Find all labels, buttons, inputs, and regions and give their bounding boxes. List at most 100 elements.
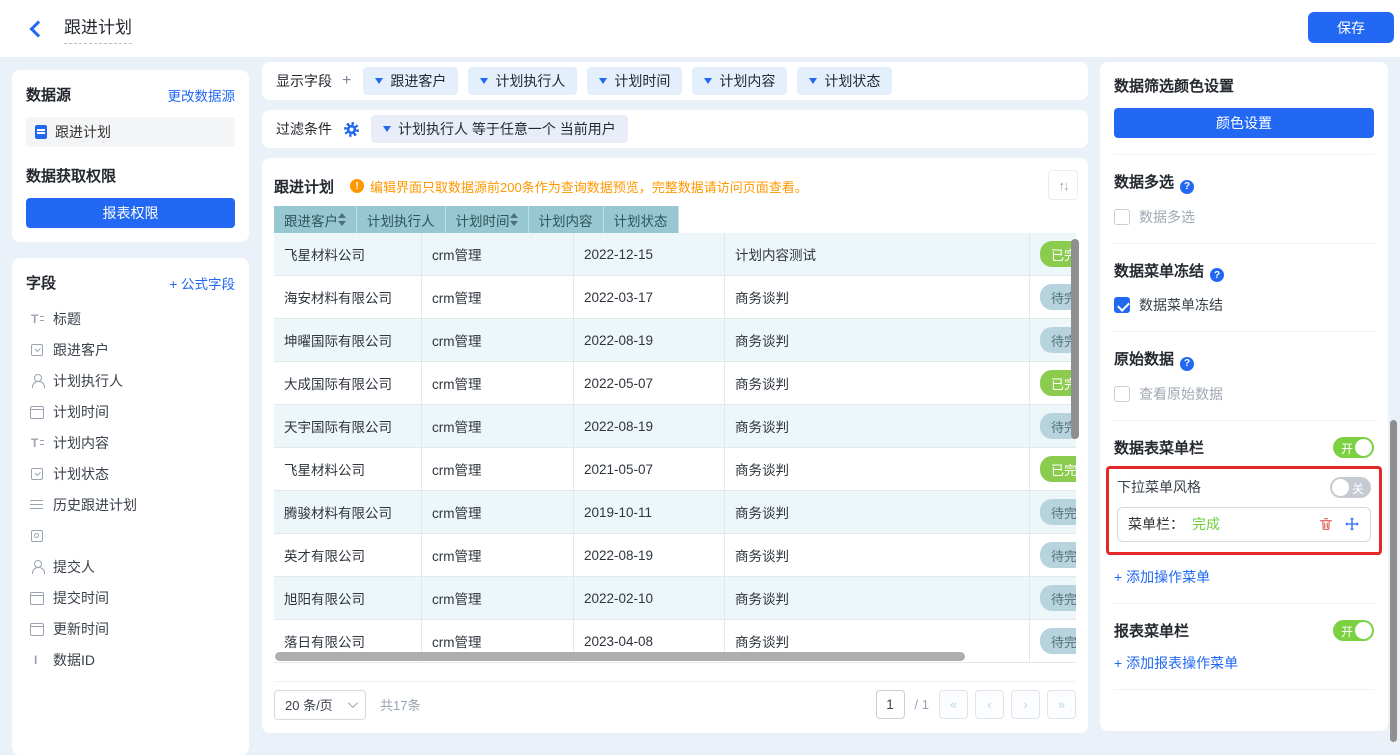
select-icon [30, 467, 44, 481]
chip-label: 计划执行人 [495, 73, 566, 89]
sort-arrows-icon[interactable] [338, 213, 346, 226]
table-row[interactable]: 飞星材料公司 crm管理 2022-12-15 计划内容测试 已完成 [274, 233, 1076, 276]
add-action-menu-link[interactable]: + 添加操作菜单 [1114, 567, 1210, 587]
status-badge: 待完成 [1040, 499, 1076, 525]
cell-status: 已完成 [1030, 362, 1076, 405]
warning-text: 编辑界面只取数据源前200条作为查询数据预览，完整数据请访问页面查看。 [370, 179, 808, 195]
display-field-chip[interactable]: 计划时间 [587, 67, 683, 95]
field-item[interactable]: 提交时间 [26, 582, 235, 613]
menu-bar-item[interactable]: 菜单栏： 完成 [1117, 506, 1371, 542]
raw-data-checkbox-row[interactable]: 查看原始数据 [1114, 384, 1374, 404]
back-icon[interactable] [29, 20, 47, 37]
display-field-chip[interactable]: 计划执行人 [468, 67, 578, 95]
menu-item-value: 完成 [1192, 516, 1220, 532]
table-menu-toggle[interactable]: 开 [1333, 436, 1374, 458]
table-row[interactable]: 英才有限公司 crm管理 2022-08-19 商务谈判 待完成 [274, 534, 1076, 577]
change-datasource-link[interactable]: 更改数据源 [168, 85, 236, 105]
field-item[interactable]: 计划时间 [26, 396, 235, 427]
datasource-item[interactable]: 跟进计划 [26, 117, 235, 147]
question-icon[interactable]: ? [1180, 179, 1195, 194]
add-report-action-menu-link[interactable]: + 添加报表操作菜单 [1114, 653, 1238, 673]
table-header-cell[interactable]: 计划内容 [528, 206, 604, 233]
table-header-cell[interactable]: 计划时间 [445, 206, 529, 233]
filter-chip[interactable]: 计划执行人 等于任意一个 当前用户 [371, 115, 628, 143]
page-title[interactable]: 跟进计划 [64, 13, 132, 44]
cell-executor: crm管理 [422, 577, 574, 620]
chevron-down-icon [599, 78, 608, 84]
text-icon [30, 436, 44, 450]
divider [1114, 331, 1374, 332]
table-row[interactable]: 海安材料有限公司 crm管理 2022-03-17 商务谈判 待完成 [274, 276, 1076, 319]
field-label: 数据ID [53, 651, 95, 668]
page-nav-button[interactable]: « [939, 690, 968, 719]
cell-executor: crm管理 [422, 276, 574, 319]
checkbox-unchecked[interactable] [1114, 385, 1130, 402]
table-header-cell[interactable]: 跟进客户 [274, 206, 357, 233]
question-icon[interactable]: ? [1210, 268, 1225, 282]
sort-arrows-icon[interactable] [509, 213, 518, 226]
page-nav-button[interactable]: » [1047, 690, 1076, 719]
field-item[interactable]: 计划执行人 [26, 365, 235, 396]
table-row[interactable]: 坤曜国际有限公司 crm管理 2022-08-19 商务谈判 待完成 [274, 319, 1076, 362]
table-body: 飞星材料公司 crm管理 2022-12-15 计划内容测试 已完成 海安材料有… [274, 233, 1076, 663]
current-page-input[interactable]: 1 [875, 690, 905, 719]
field-item[interactable]: 跟进客户 [26, 334, 235, 365]
report-menu-toggle[interactable]: 开 [1333, 619, 1374, 641]
display-field-chip[interactable]: 计划内容 [692, 67, 788, 95]
question-icon[interactable]: ? [1180, 356, 1195, 371]
table-sort-button[interactable]: ↑↓ [1048, 170, 1078, 200]
page-nav-button[interactable]: ‹ [975, 690, 1004, 719]
field-item[interactable]: 计划内容 [26, 427, 235, 458]
field-item[interactable] [26, 520, 235, 551]
permission-title: 数据获取权限 [26, 168, 117, 185]
cell-content: 商务谈判 [725, 491, 1030, 534]
table-row[interactable]: 旭阳有限公司 crm管理 2022-02-10 商务谈判 待完成 [274, 577, 1076, 620]
filter-label: 过滤条件 [276, 121, 332, 137]
fields-panel: 字段 + 公式字段 标题 跟进客户 计划执行人 [12, 258, 249, 755]
table-row[interactable]: 腾骏材料有限公司 crm管理 2019-10-11 商务谈判 待完成 [274, 491, 1076, 534]
display-field-chip[interactable]: 跟进客户 [363, 67, 459, 95]
field-item[interactable]: 计划状态 [26, 458, 235, 489]
table-row[interactable]: 天宇国际有限公司 crm管理 2022-08-19 商务谈判 待完成 [274, 405, 1076, 448]
page-vertical-scrollbar[interactable] [1390, 420, 1397, 742]
field-item[interactable]: 更新时间 [26, 613, 235, 644]
color-settings-button[interactable]: 颜色设置 [1114, 108, 1374, 138]
column-label: 计划时间 [455, 213, 510, 229]
move-icon[interactable] [1344, 516, 1360, 532]
page-nav-arrow-icon: » [1057, 697, 1066, 712]
datasource-title: 数据源 [26, 87, 72, 104]
multi-select-checkbox-row[interactable]: 数据多选 [1114, 207, 1374, 227]
menu-freeze-checkbox-row[interactable]: 数据菜单冻结 [1114, 295, 1374, 315]
field-label: 计划执行人 [53, 372, 123, 389]
dropdown-style-toggle[interactable]: 关 [1330, 476, 1371, 498]
divider [1114, 242, 1374, 244]
cell-date: 2021-05-07 [574, 448, 725, 491]
chip-label: 计划内容 [719, 73, 776, 89]
table-row[interactable]: 大成国际有限公司 crm管理 2022-05-07 商务谈判 已完成 [274, 362, 1076, 405]
add-formula-field-link[interactable]: + 公式字段 [169, 273, 235, 293]
gear-icon[interactable] [344, 121, 359, 137]
table-row[interactable]: 飞星材料公司 crm管理 2021-05-07 商务谈判 已完成 [274, 448, 1076, 491]
field-item[interactable]: 数据ID [26, 644, 235, 675]
field-item[interactable]: 历史跟进计划 [26, 489, 235, 520]
save-button[interactable]: 保存 [1308, 12, 1394, 43]
table-horizontal-scrollbar[interactable] [275, 652, 965, 661]
table-vertical-scrollbar[interactable] [1071, 239, 1079, 439]
page-size-value: 20 条/页 [285, 698, 333, 713]
report-permission-button[interactable]: 报表权限 [26, 198, 235, 228]
trash-icon[interactable] [1318, 516, 1334, 532]
cell-executor: crm管理 [422, 534, 574, 577]
checkbox-checked[interactable] [1114, 297, 1130, 313]
cell-date: 2022-12-15 [574, 233, 725, 276]
cell-date: 2022-08-19 [574, 534, 725, 577]
checkbox-unchecked[interactable] [1114, 208, 1130, 225]
field-item[interactable]: 标题 [26, 303, 235, 334]
table-header-cell[interactable]: 计划执行人 [357, 206, 446, 233]
field-item[interactable]: 提交人 [26, 551, 235, 582]
field-label: 计划内容 [53, 434, 109, 451]
table-header-cell[interactable]: 计划状态 [603, 206, 679, 233]
display-field-chip[interactable]: 计划状态 [797, 67, 893, 95]
page-size-select[interactable]: 20 条/页 [274, 689, 366, 720]
page-nav-button[interactable]: › [1011, 690, 1040, 719]
add-display-field-button[interactable]: + [342, 72, 351, 90]
